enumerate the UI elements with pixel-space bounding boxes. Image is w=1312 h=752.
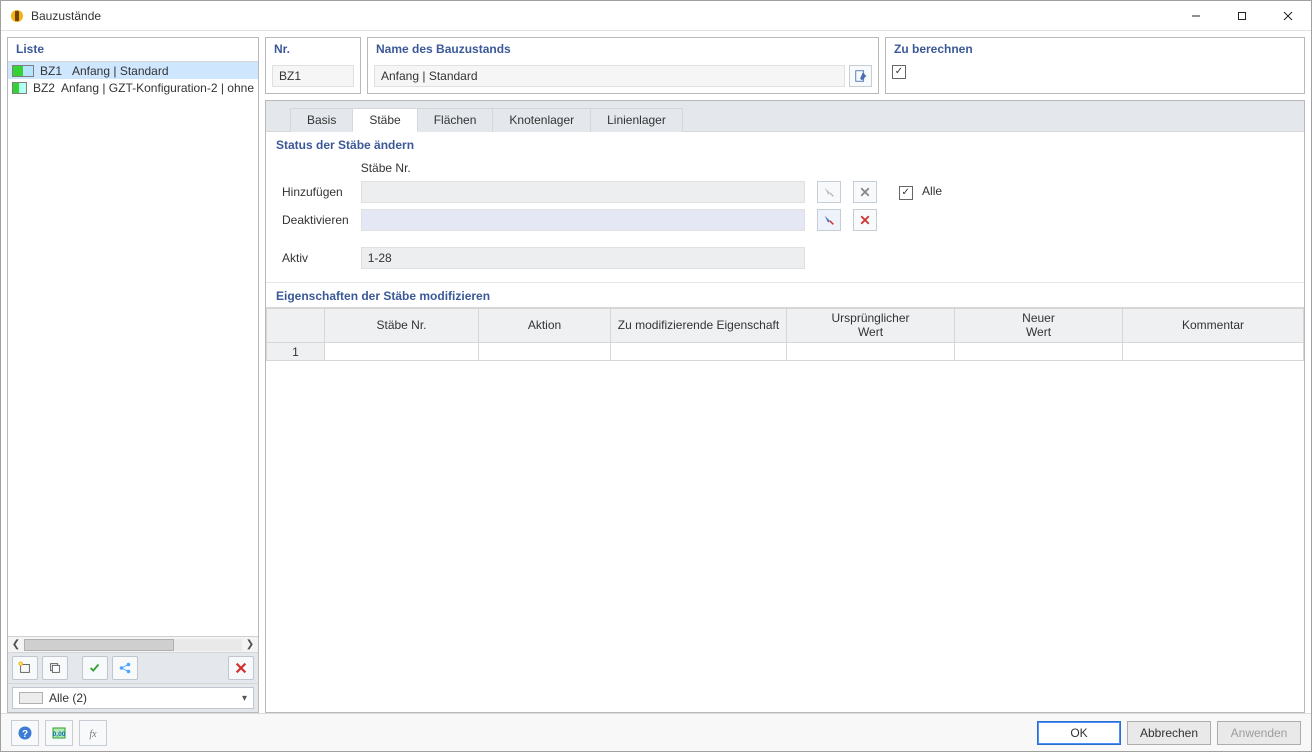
cell[interactable] — [787, 343, 955, 361]
add-label: Hinzufügen — [276, 178, 355, 206]
cell[interactable] — [611, 343, 787, 361]
calc-checkbox[interactable]: ✓ — [892, 65, 906, 79]
nr-label: Nr. — [266, 38, 360, 61]
filter-swatch — [19, 692, 43, 704]
calc-panel: Zu berechnen ✓ — [885, 37, 1305, 94]
list-header: Liste — [8, 38, 258, 61]
deactivate-pick-button[interactable] — [817, 209, 841, 231]
list-filter-row: Alle (2) ▾ — [8, 683, 258, 712]
scroll-right-arrow[interactable]: ❯ — [242, 637, 258, 652]
list-item-id: BZ2 — [33, 81, 55, 95]
list-item[interactable]: BZ1 Anfang | Standard — [8, 62, 258, 79]
scroll-thumb[interactable] — [24, 639, 174, 651]
name-label: Name des Bauzustands — [368, 38, 878, 61]
col-aktion[interactable]: Aktion — [479, 309, 611, 343]
col-urspruenglich[interactable]: Ursprünglicher Wert — [787, 309, 955, 343]
scroll-track[interactable] — [24, 639, 242, 651]
fx-button[interactable]: fx — [79, 720, 107, 746]
list-toolbar — [8, 652, 258, 683]
tab-linienlager[interactable]: Linienlager — [590, 108, 683, 132]
col-neuer-wert[interactable]: Neuer Wert — [955, 309, 1123, 343]
row-number: 1 — [267, 343, 325, 361]
maximize-button[interactable] — [1219, 1, 1265, 31]
deactivate-input[interactable] — [361, 209, 805, 231]
list-panel: Liste BZ1 Anfang | Standard BZ2 Anfang |… — [7, 37, 259, 713]
svg-text:fx: fx — [89, 729, 97, 740]
titlebar: Bauzustände — [1, 1, 1311, 31]
calc-label: Zu berechnen — [886, 38, 1304, 61]
add-pick-button[interactable] — [817, 181, 841, 203]
right-area: Nr. Name des Bauzustands Zu berechnen ✓ — [265, 37, 1305, 713]
detail-panel: Basis Stäbe Flächen Knotenlager Linienla… — [265, 100, 1305, 713]
list-item-name: Anfang | Standard — [72, 64, 169, 78]
grid-corner — [267, 309, 325, 343]
chevron-down-icon: ▾ — [242, 693, 247, 704]
footer: ? 0,00 fx OK Abbrechen Anwenden — [1, 713, 1311, 751]
nr-panel: Nr. — [265, 37, 361, 94]
units-button[interactable]: 0,00 — [45, 720, 73, 746]
app-icon — [9, 8, 25, 24]
tabstrip: Basis Stäbe Flächen Knotenlager Linienla… — [266, 101, 1304, 132]
status-section: Status der Stäbe ändern Stäbe Nr. Hinzuf… — [266, 132, 1304, 283]
add-input[interactable] — [361, 181, 805, 203]
cell[interactable] — [1123, 343, 1304, 361]
deactivate-label: Deaktivieren — [276, 206, 355, 234]
nr-input[interactable] — [272, 65, 354, 87]
filter-dropdown[interactable]: Alle (2) ▾ — [12, 687, 254, 709]
col-kommentar[interactable]: Kommentar — [1123, 309, 1304, 343]
status-title: Status der Stäbe ändern — [276, 138, 1294, 152]
scroll-left-arrow[interactable]: ❮ — [8, 637, 24, 652]
relations-button[interactable] — [112, 656, 138, 680]
delete-button[interactable] — [228, 656, 254, 680]
list-item-name: Anfang | GZT-Konfiguration-2 | ohne — [61, 81, 254, 95]
close-button[interactable] — [1265, 1, 1311, 31]
list-item-id: BZ1 — [40, 64, 66, 78]
modify-grid[interactable]: Stäbe Nr. Aktion Zu modifizierende Eigen… — [266, 307, 1304, 712]
active-input[interactable] — [361, 247, 805, 269]
tab-flaechen[interactable]: Flächen — [417, 108, 494, 132]
window-title: Bauzustände — [31, 9, 1173, 23]
name-panel: Name des Bauzustands — [367, 37, 879, 94]
cancel-button[interactable]: Abbrechen — [1127, 721, 1211, 745]
new-button[interactable] — [12, 656, 38, 680]
svg-text:?: ? — [22, 729, 28, 740]
check-sort-button[interactable] — [82, 656, 108, 680]
tab-knotenlager[interactable]: Knotenlager — [492, 108, 591, 132]
filter-label: Alle (2) — [49, 691, 236, 705]
col-staebe-nr[interactable]: Stäbe Nr. — [325, 309, 479, 343]
help-button[interactable]: ? — [11, 720, 39, 746]
col-staebe-nr-label: Stäbe Nr. — [355, 158, 811, 178]
cell[interactable] — [325, 343, 479, 361]
status-grid: Stäbe Nr. Hinzufügen — [276, 158, 948, 272]
deactivate-clear-button[interactable] — [853, 209, 877, 231]
window-controls — [1173, 1, 1311, 31]
list-item[interactable]: BZ2 Anfang | GZT-Konfiguration-2 | ohne — [8, 79, 258, 96]
minimize-button[interactable] — [1173, 1, 1219, 31]
tab-staebe[interactable]: Stäbe — [352, 108, 417, 132]
apply-button[interactable]: Anwenden — [1217, 721, 1301, 745]
color-swatch — [12, 65, 34, 77]
copy-button[interactable] — [42, 656, 68, 680]
color-swatch — [12, 82, 27, 94]
cell[interactable] — [955, 343, 1123, 361]
all-checkbox[interactable]: ✓ — [899, 186, 913, 200]
add-clear-button[interactable] — [853, 181, 877, 203]
ok-button[interactable]: OK — [1037, 721, 1121, 745]
modify-title: Eigenschaften der Stäbe modifizieren — [266, 283, 1304, 307]
modify-table: Stäbe Nr. Aktion Zu modifizierende Eigen… — [266, 308, 1304, 361]
table-row[interactable]: 1 — [267, 343, 1304, 361]
col-eigenschaft[interactable]: Zu modifizierende Eigenschaft — [611, 309, 787, 343]
cell[interactable] — [479, 343, 611, 361]
top-fields: Nr. Name des Bauzustands Zu berechnen ✓ — [265, 37, 1305, 94]
svg-text:0,00: 0,00 — [53, 731, 66, 738]
active-label: Aktiv — [276, 244, 355, 272]
edit-name-button[interactable] — [849, 65, 872, 87]
name-input[interactable] — [374, 65, 845, 87]
list-box[interactable]: BZ1 Anfang | Standard BZ2 Anfang | GZT-K… — [8, 61, 258, 636]
horizontal-scrollbar[interactable]: ❮ ❯ — [8, 636, 258, 652]
main-content: Liste BZ1 Anfang | Standard BZ2 Anfang |… — [1, 31, 1311, 713]
tab-basis[interactable]: Basis — [290, 108, 353, 132]
all-label: Alle — [922, 184, 942, 198]
